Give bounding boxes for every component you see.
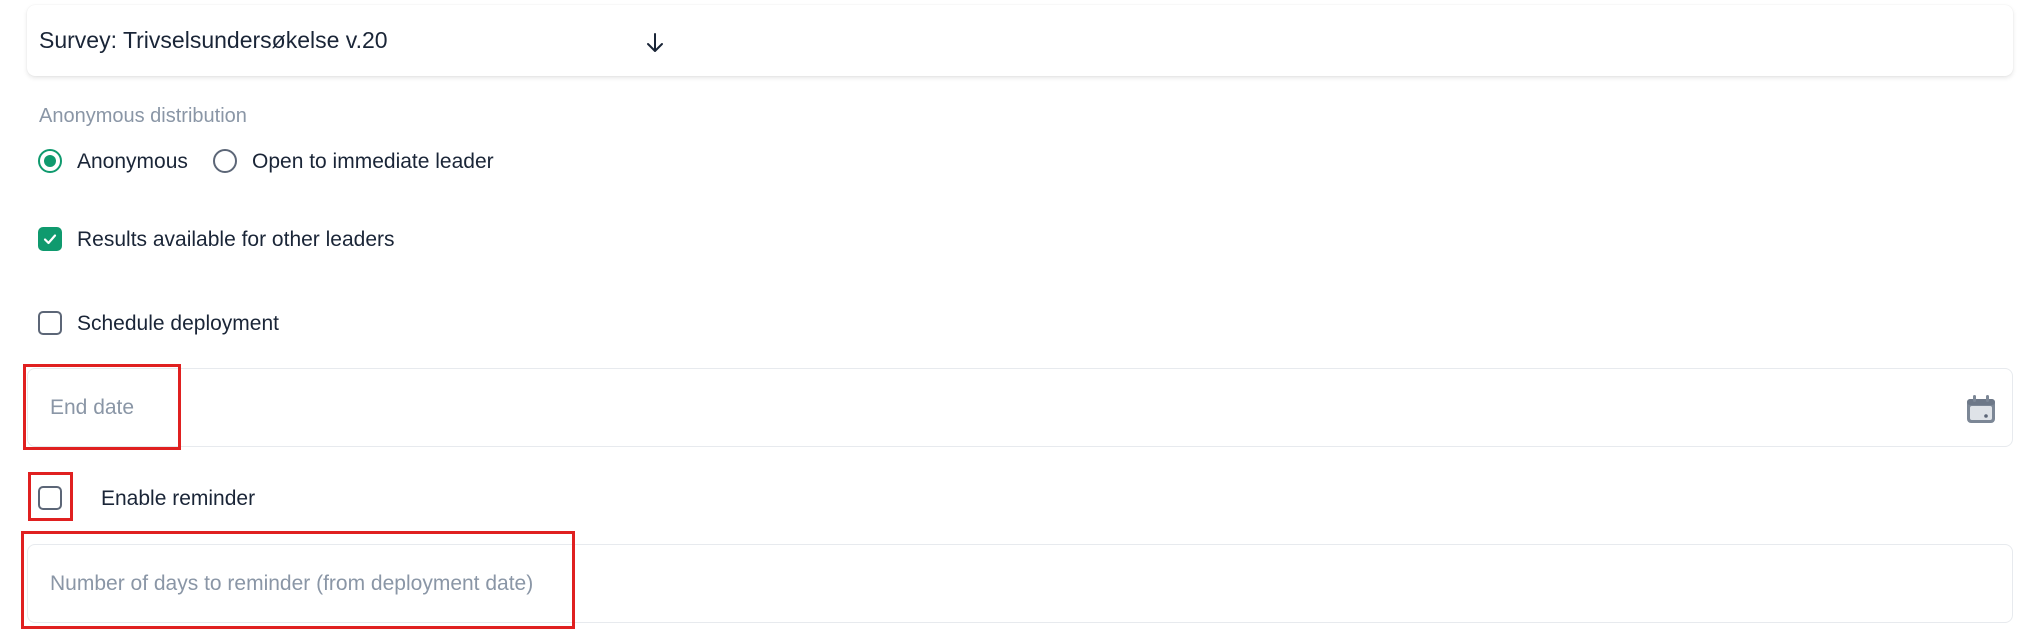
enable-reminder-label: Enable reminder: [101, 487, 256, 510]
radio-open-to-leader[interactable]: Open to immediate leader: [213, 148, 533, 174]
results-other-leaders-checkbox[interactable]: [38, 227, 62, 251]
reminder-days-field: [27, 544, 2013, 623]
schedule-deployment-label: Schedule deployment: [77, 312, 279, 335]
radio-anonymous[interactable]: Anonymous: [38, 148, 193, 174]
survey-select-label: Survey: Trivselsundersøkelse v.20: [39, 27, 388, 53]
reminder-days-input[interactable]: [48, 545, 1548, 622]
survey-select[interactable]: Survey: Trivselsundersøkelse v.20: [27, 5, 2013, 76]
radio-open-to-leader-circle[interactable]: [213, 149, 237, 173]
checkmark-icon: [43, 234, 57, 245]
end-date-input[interactable]: [48, 369, 1548, 446]
enable-reminder-checkbox[interactable]: [38, 486, 62, 510]
distribution-label: Anonymous distribution: [39, 105, 247, 127]
radio-open-to-leader-label: Open to immediate leader: [252, 150, 494, 173]
arrow-down-icon: [647, 33, 663, 52]
calendar-icon[interactable]: [1965, 393, 1997, 425]
schedule-deployment-checkbox[interactable]: [38, 311, 62, 335]
enable-reminder-checkbox-row[interactable]: Enable reminder: [38, 486, 278, 514]
radio-anonymous-circle[interactable]: [38, 149, 62, 173]
radio-anonymous-label: Anonymous: [77, 150, 188, 173]
results-other-leaders-label: Results available for other leaders: [77, 228, 395, 251]
results-other-leaders-checkbox-row[interactable]: Results available for other leaders: [38, 227, 438, 255]
schedule-deployment-checkbox-row[interactable]: Schedule deployment: [38, 311, 338, 339]
end-date-field: [27, 368, 2013, 447]
